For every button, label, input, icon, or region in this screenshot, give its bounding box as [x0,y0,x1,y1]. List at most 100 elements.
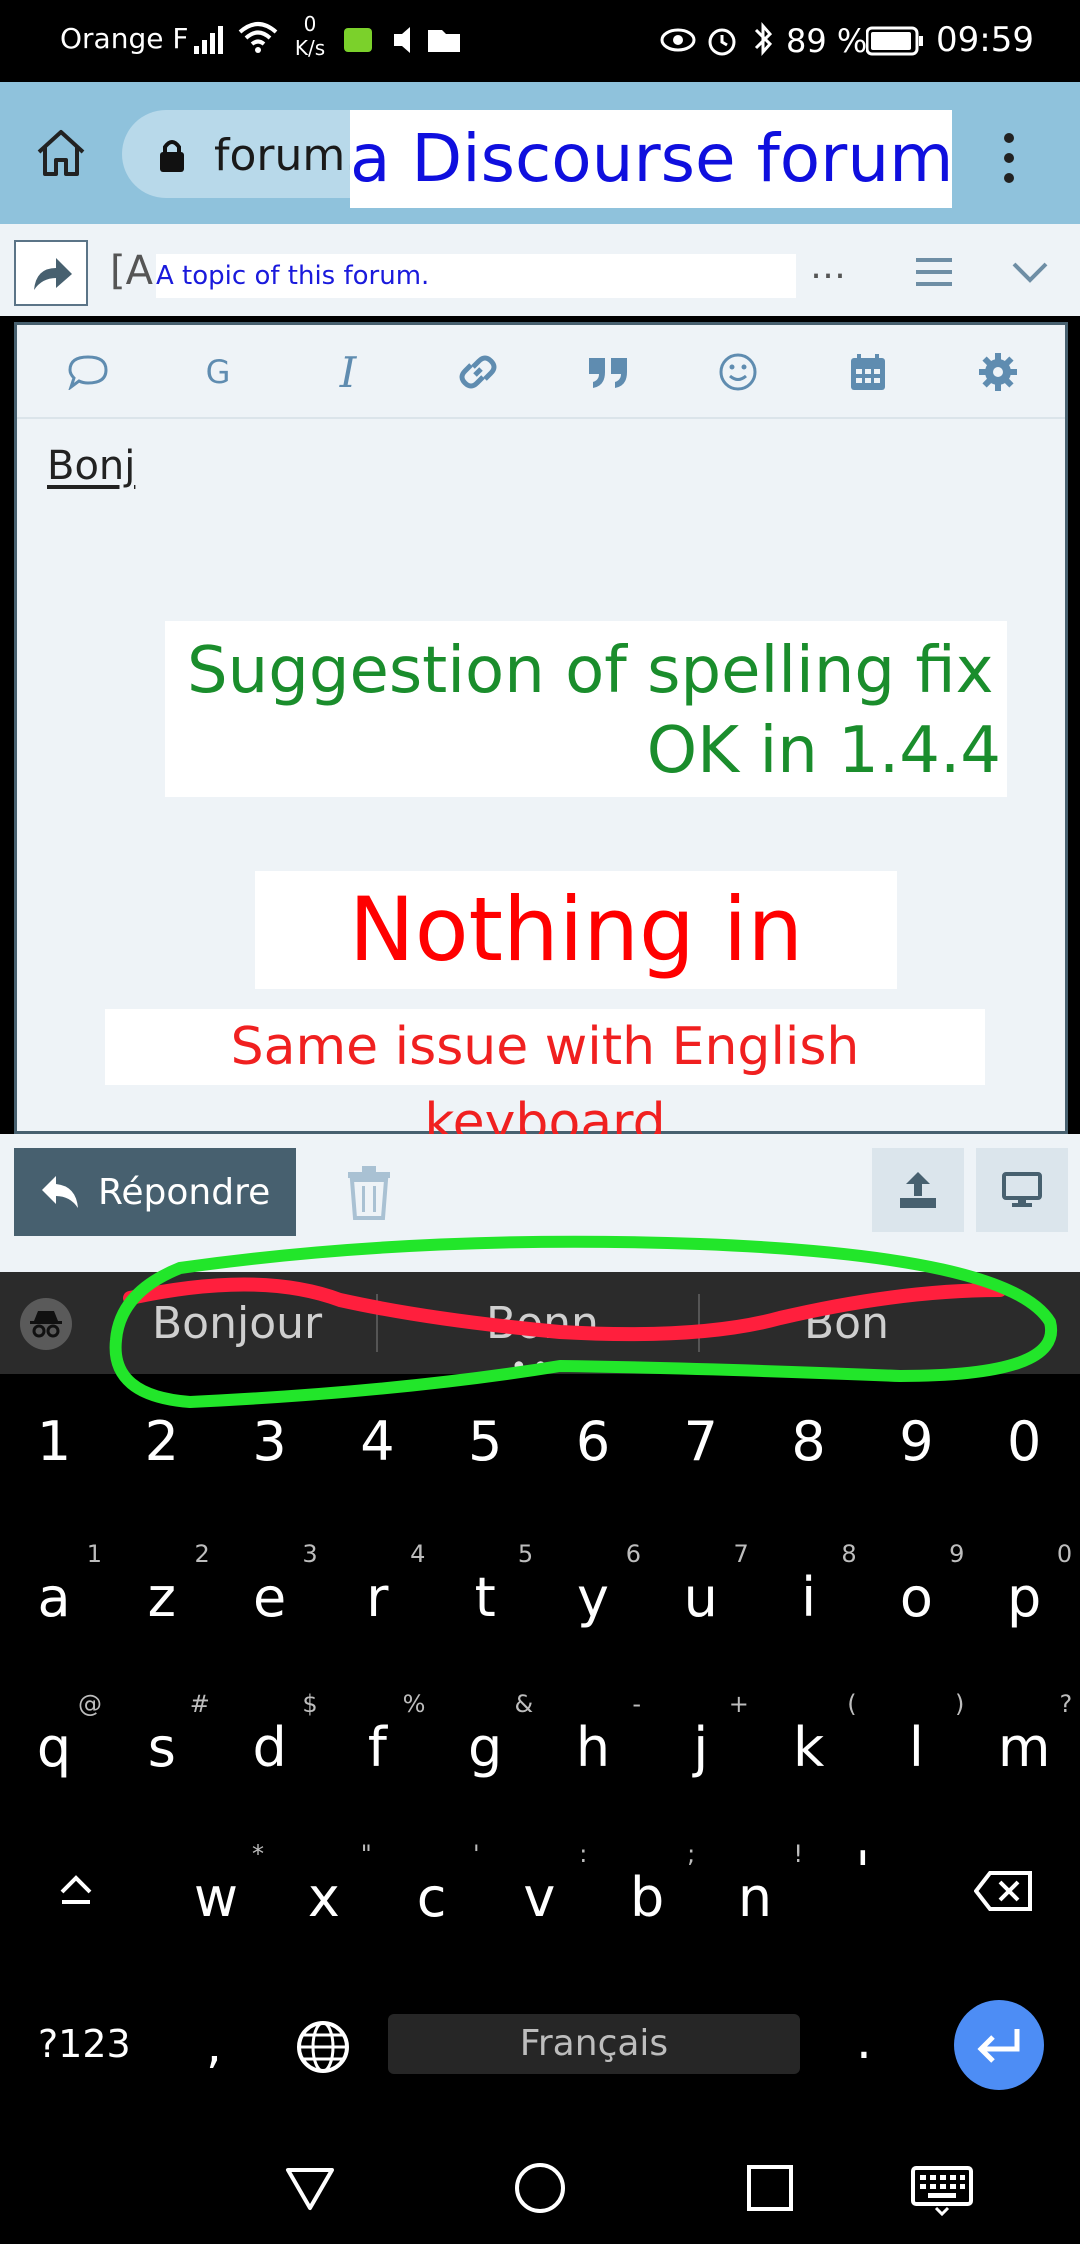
key-5[interactable]: 5 [431,1410,539,1473]
key-hint: 4 [410,1540,426,1568]
key-2[interactable]: 2 [108,1410,216,1473]
annotation-same-issue: Same issue with English keyboard [105,1009,985,1153]
key-3[interactable]: 3 [216,1410,324,1473]
key-4[interactable]: 4 [323,1410,431,1473]
key-label: j [693,1716,709,1779]
key-hint: # [189,1690,210,1718]
suggestion-item[interactable]: Bonn [486,1298,599,1349]
key-k[interactable]: (k [755,1690,863,1779]
key-label: z [147,1566,176,1629]
suggestion-divider [376,1294,378,1352]
key-hint: 8 [841,1540,857,1568]
key-0[interactable]: 0 [970,1410,1078,1473]
calendar-icon[interactable] [843,349,893,395]
battery-percent: 89 % [786,22,868,60]
emoji-icon[interactable] [713,349,763,395]
wifi-icon [238,22,278,53]
key-label: w [193,1866,239,1929]
url-text: forum. [214,130,360,181]
symbols-key[interactable]: ?123 [38,2022,131,2066]
key-label: d [252,1716,287,1779]
key-s[interactable]: # s [108,1690,216,1779]
key-f[interactable]: % f [323,1690,431,1779]
key-j[interactable]: + j [647,1690,755,1779]
suggestion-strip: Bonjour Bonn Bon ••• [0,1272,1080,1385]
gear-icon[interactable] [973,349,1023,395]
status-bar: Orange F 0 K/s 89 % 09:59 [0,0,1080,82]
enter-button[interactable] [954,2000,1044,2090]
reply-target-button[interactable] [14,240,88,306]
key-x[interactable]: " x [270,1840,378,1929]
key-8[interactable]: 8 [755,1410,863,1473]
key-z[interactable]: 2z [108,1540,216,1629]
trash-icon[interactable] [344,1164,394,1220]
key-hint: ' [472,1840,480,1868]
suggestion-item[interactable]: Bonjour [152,1298,322,1349]
key-y[interactable]: 6y [539,1540,647,1629]
key-apostrophe[interactable]: ' [809,1840,917,1903]
speech-bubble-icon[interactable] [63,349,113,395]
key-6[interactable]: 6 [539,1410,647,1473]
key-1[interactable]: 1 [0,1410,108,1473]
quote-icon[interactable] [583,349,633,395]
home-nav-icon[interactable] [512,2160,568,2216]
key-o[interactable]: 9o [862,1540,970,1629]
upload-button[interactable] [872,1148,964,1232]
hamburger-icon[interactable] [914,256,954,288]
composer-actions: Répondre [0,1134,1080,1272]
home-icon[interactable] [34,128,88,178]
key-q[interactable]: @ q [0,1690,108,1779]
backspace-icon[interactable] [974,1870,1034,1912]
desktop-icon [1002,1172,1042,1207]
key-e[interactable]: 3e [216,1540,324,1629]
key-7[interactable]: 7 [647,1410,755,1473]
key-hint: 2 [194,1540,210,1568]
key-p[interactable]: 0p [970,1540,1078,1629]
shift-icon[interactable] [56,1872,96,1908]
key-label: u [683,1566,718,1629]
key-c[interactable]: ' c [378,1840,486,1929]
key-g[interactable]: & g [431,1690,539,1779]
back-icon[interactable] [282,2160,338,2216]
key-hint: 9 [949,1540,965,1568]
key-d[interactable]: $ d [216,1690,324,1779]
key-m[interactable]: ? m [970,1690,1078,1779]
toggle-preview-button[interactable] [976,1148,1068,1232]
globe-icon[interactable] [296,2020,350,2074]
key-hint: + [728,1690,749,1718]
italic-icon[interactable]: I [323,348,373,397]
upload-icon [900,1172,936,1208]
key-hint: ; [687,1840,696,1868]
suggestion-item[interactable]: Bon [804,1298,889,1349]
key-b[interactable]: ; b [593,1840,701,1929]
chevron-down-icon[interactable] [1010,260,1050,286]
key-h[interactable]: -h [539,1690,647,1779]
key-a[interactable]: 1a [0,1540,108,1629]
g-icon[interactable]: G [193,349,243,395]
key-i[interactable]: 8i [755,1540,863,1629]
more-suggestions[interactable]: ••• [510,1350,575,1385]
key-label: q [36,1716,72,1779]
suggestion-divider [698,1294,700,1352]
key-9[interactable]: 9 [862,1410,970,1473]
link-icon[interactable] [453,349,503,395]
key-hint: ! [793,1840,803,1868]
period-key[interactable]: . [856,2012,872,2070]
topic-title-annotation[interactable]: A topic of this forum. [156,254,796,298]
space-bar[interactable]: Français [388,2014,800,2074]
composer-textarea[interactable]: Bonj [47,443,135,489]
carrier-label: Orange F [60,22,189,55]
overflow-menu-icon[interactable] [996,128,1022,188]
key-r[interactable]: 4r [323,1540,431,1629]
key-t[interactable]: 5t [431,1540,539,1629]
reply-button[interactable]: Répondre [14,1148,296,1236]
key-l[interactable]: ) l [862,1690,970,1779]
key-w[interactable]: * w [162,1840,270,1929]
key-hint: $ [302,1690,318,1718]
recents-icon[interactable] [744,2160,796,2216]
comma-key[interactable]: , [206,2016,222,2074]
key-n[interactable]: ! n [701,1840,809,1929]
key-v[interactable]: :v [485,1840,593,1929]
keyboard-toggle-icon[interactable] [910,2160,974,2216]
key-u[interactable]: 7u [647,1540,755,1629]
